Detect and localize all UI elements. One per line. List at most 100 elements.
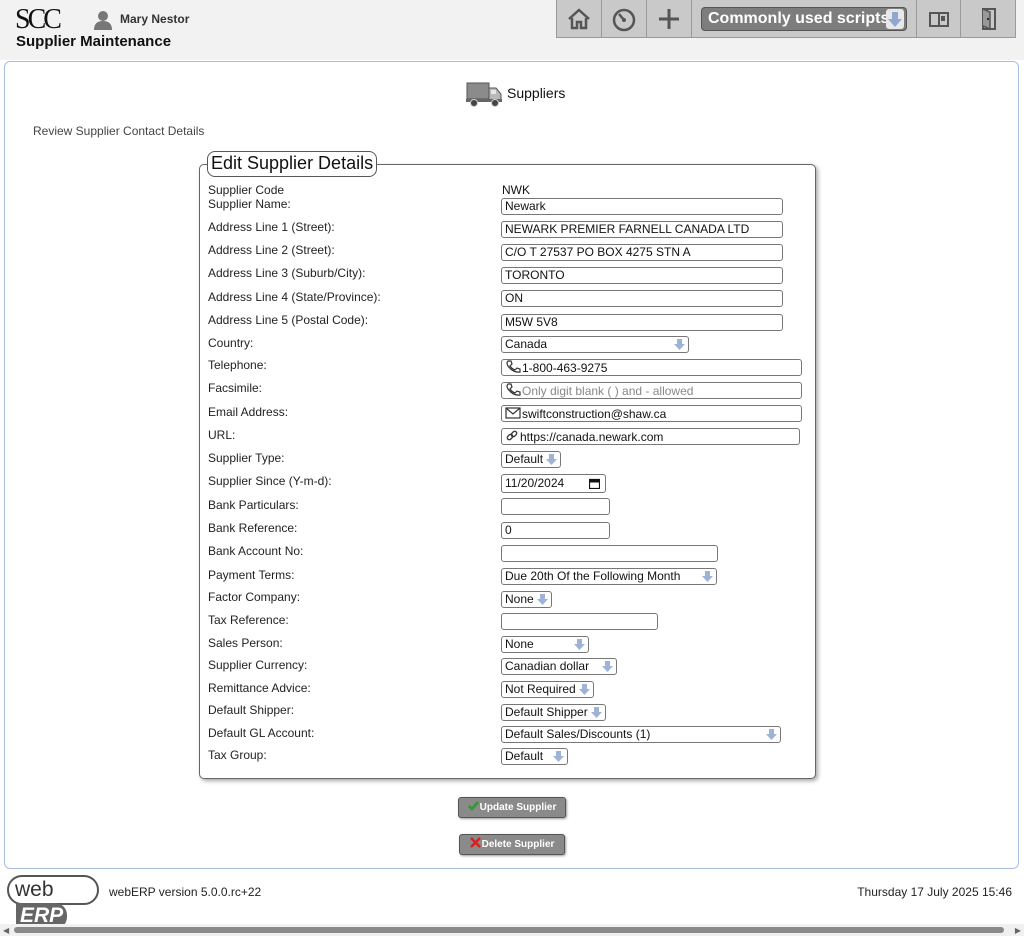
supplier-currency-label: Supplier Currency:	[208, 658, 308, 672]
facsimile-label: Facsimile:	[208, 381, 263, 395]
bank-account-label: Bank Account No:	[208, 544, 304, 558]
header-bar: SCC Mary Nestor Supplier Maintenance Com…	[0, 0, 1024, 60]
user-name[interactable]: Mary Nestor	[120, 12, 189, 26]
bank-reference-input[interactable]: 0	[501, 522, 610, 539]
supplier-since-date-input[interactable]: 11/20/2024	[501, 474, 606, 493]
email-value: swiftconstruction@shaw.ca	[522, 407, 667, 421]
supplier-type-label: Supplier Type:	[208, 451, 285, 465]
address3-input[interactable]: TORONTO	[501, 267, 783, 284]
supplier-since-value: 11/20/2024	[505, 476, 565, 490]
supplier-currency-select[interactable]: Canadian dollar	[501, 658, 617, 675]
horizontal-scrollbar[interactable]: ◀ ▶	[0, 924, 1024, 936]
country-label: Country:	[208, 336, 254, 350]
address1-input[interactable]: NEWARK PREMIER FARNELL CANADA LTD	[501, 221, 783, 238]
address2-label: Address Line 2 (Street):	[208, 243, 335, 257]
chevron-down-icon	[546, 454, 557, 465]
supplier-since-label: Supplier Since (Y-m-d):	[208, 474, 332, 488]
supplier-name-input[interactable]: Newark	[501, 198, 783, 215]
default-gl-account-label: Default GL Account:	[208, 726, 315, 740]
logo-web-text: web	[15, 878, 54, 901]
url-input[interactable]: https://canada.newark.com	[501, 428, 800, 445]
envelope-icon	[505, 407, 521, 419]
facsimile-input[interactable]: Only digit blank ( ) and - allowed	[501, 382, 802, 399]
chevron-down-icon	[537, 594, 548, 605]
supplier-type-value: Default	[505, 452, 544, 466]
address3-label: Address Line 3 (Suburb/City):	[208, 266, 366, 280]
phone-icon	[506, 360, 521, 373]
supplier-currency-value: Canadian dollar	[505, 659, 590, 673]
weberp-logo[interactable]: webERP	[7, 875, 99, 929]
manual-button[interactable]	[916, 0, 961, 37]
home-button[interactable]	[557, 0, 602, 37]
tax-group-label: Tax Group:	[208, 748, 267, 762]
dashboard-icon	[612, 8, 636, 31]
bank-particulars-input[interactable]	[501, 498, 610, 515]
delete-supplier-button[interactable]: Delete Supplier	[459, 834, 565, 855]
main-toolbar: Commonly used scripts	[556, 0, 1016, 38]
sales-person-value: None	[505, 637, 534, 651]
logout-icon	[981, 7, 996, 30]
truck-icon	[466, 82, 502, 107]
address1-label: Address Line 1 (Street):	[208, 220, 335, 234]
default-shipper-select[interactable]: Default Shipper	[501, 704, 606, 721]
manual-icon	[928, 11, 949, 27]
payment-terms-select[interactable]: Due 20th Of the Following Month	[501, 568, 717, 585]
chevron-down-icon	[574, 639, 585, 650]
logout-button[interactable]	[961, 0, 1016, 37]
bank-particulars-label: Bank Particulars:	[208, 498, 299, 512]
url-value: https://canada.newark.com	[520, 430, 664, 444]
factor-company-label: Factor Company:	[208, 590, 301, 604]
chevron-down-icon	[766, 729, 777, 740]
factor-company-select[interactable]: None	[501, 591, 552, 608]
remittance-advice-label: Remittance Advice:	[208, 681, 311, 695]
calendar-icon[interactable]	[589, 478, 600, 489]
chevron-down-icon	[702, 571, 713, 582]
page-subtitle: Review Supplier Contact Details	[33, 124, 205, 138]
payment-terms-value: Due 20th Of the Following Month	[505, 569, 681, 583]
supplier-type-select[interactable]: Default	[501, 451, 561, 468]
chevron-down-icon	[674, 339, 685, 350]
dashboard-button[interactable]	[602, 0, 647, 37]
scroll-right-icon[interactable]: ▶	[1015, 926, 1021, 935]
supplier-name-label: Supplier Name:	[208, 197, 291, 211]
update-supplier-button[interactable]: Update Supplier	[458, 797, 566, 818]
company-logo: SCC	[15, 4, 62, 35]
delete-x-icon	[469, 837, 481, 848]
payment-terms-label: Payment Terms:	[208, 568, 295, 582]
bank-reference-label: Bank Reference:	[208, 521, 298, 535]
address4-input[interactable]: ON	[501, 290, 783, 307]
supplier-code-value: NWK	[502, 183, 530, 197]
tax-reference-input[interactable]	[501, 613, 658, 630]
default-gl-account-select[interactable]: Default Sales/Discounts (1)	[501, 726, 781, 743]
facsimile-placeholder: Only digit blank ( ) and - allowed	[522, 384, 694, 398]
telephone-input[interactable]: 1-800-463-9275	[501, 359, 802, 376]
chevron-down-icon	[553, 751, 564, 762]
chevron-down-icon	[579, 684, 590, 695]
email-input[interactable]: swiftconstruction@shaw.ca	[501, 405, 802, 422]
remittance-advice-select[interactable]: Not Required	[501, 681, 594, 698]
user-icon	[94, 11, 112, 30]
chevron-down-icon	[886, 9, 904, 29]
phone-icon	[506, 383, 521, 396]
supplier-code-label: Supplier Code	[208, 183, 285, 197]
address5-input[interactable]: M5W 5V8	[501, 314, 783, 331]
address5-label: Address Line 5 (Postal Code):	[208, 313, 369, 327]
tax-group-select[interactable]: Default	[501, 748, 568, 765]
chevron-down-icon	[591, 707, 602, 718]
default-shipper-value: Default Shipper	[505, 705, 588, 719]
commonly-used-scripts-select[interactable]: Commonly used scripts	[701, 7, 907, 31]
scroll-left-icon[interactable]: ◀	[3, 926, 9, 935]
address2-input[interactable]: C/O T 27537 PO BOX 4275 STN A	[501, 244, 783, 261]
default-gl-account-value: Default Sales/Discounts (1)	[505, 727, 651, 741]
country-select[interactable]: Canada	[501, 336, 689, 353]
remittance-advice-value: Not Required	[505, 682, 576, 696]
default-shipper-label: Default Shipper:	[208, 703, 295, 717]
tax-group-value: Default	[505, 749, 544, 763]
bank-account-input[interactable]	[501, 545, 718, 562]
email-label: Email Address:	[208, 405, 289, 419]
sales-person-select[interactable]: None	[501, 636, 589, 653]
chevron-down-icon	[602, 661, 613, 672]
plus-icon	[659, 8, 679, 29]
scrollbar-thumb[interactable]	[14, 927, 1004, 933]
add-button[interactable]	[647, 0, 692, 37]
